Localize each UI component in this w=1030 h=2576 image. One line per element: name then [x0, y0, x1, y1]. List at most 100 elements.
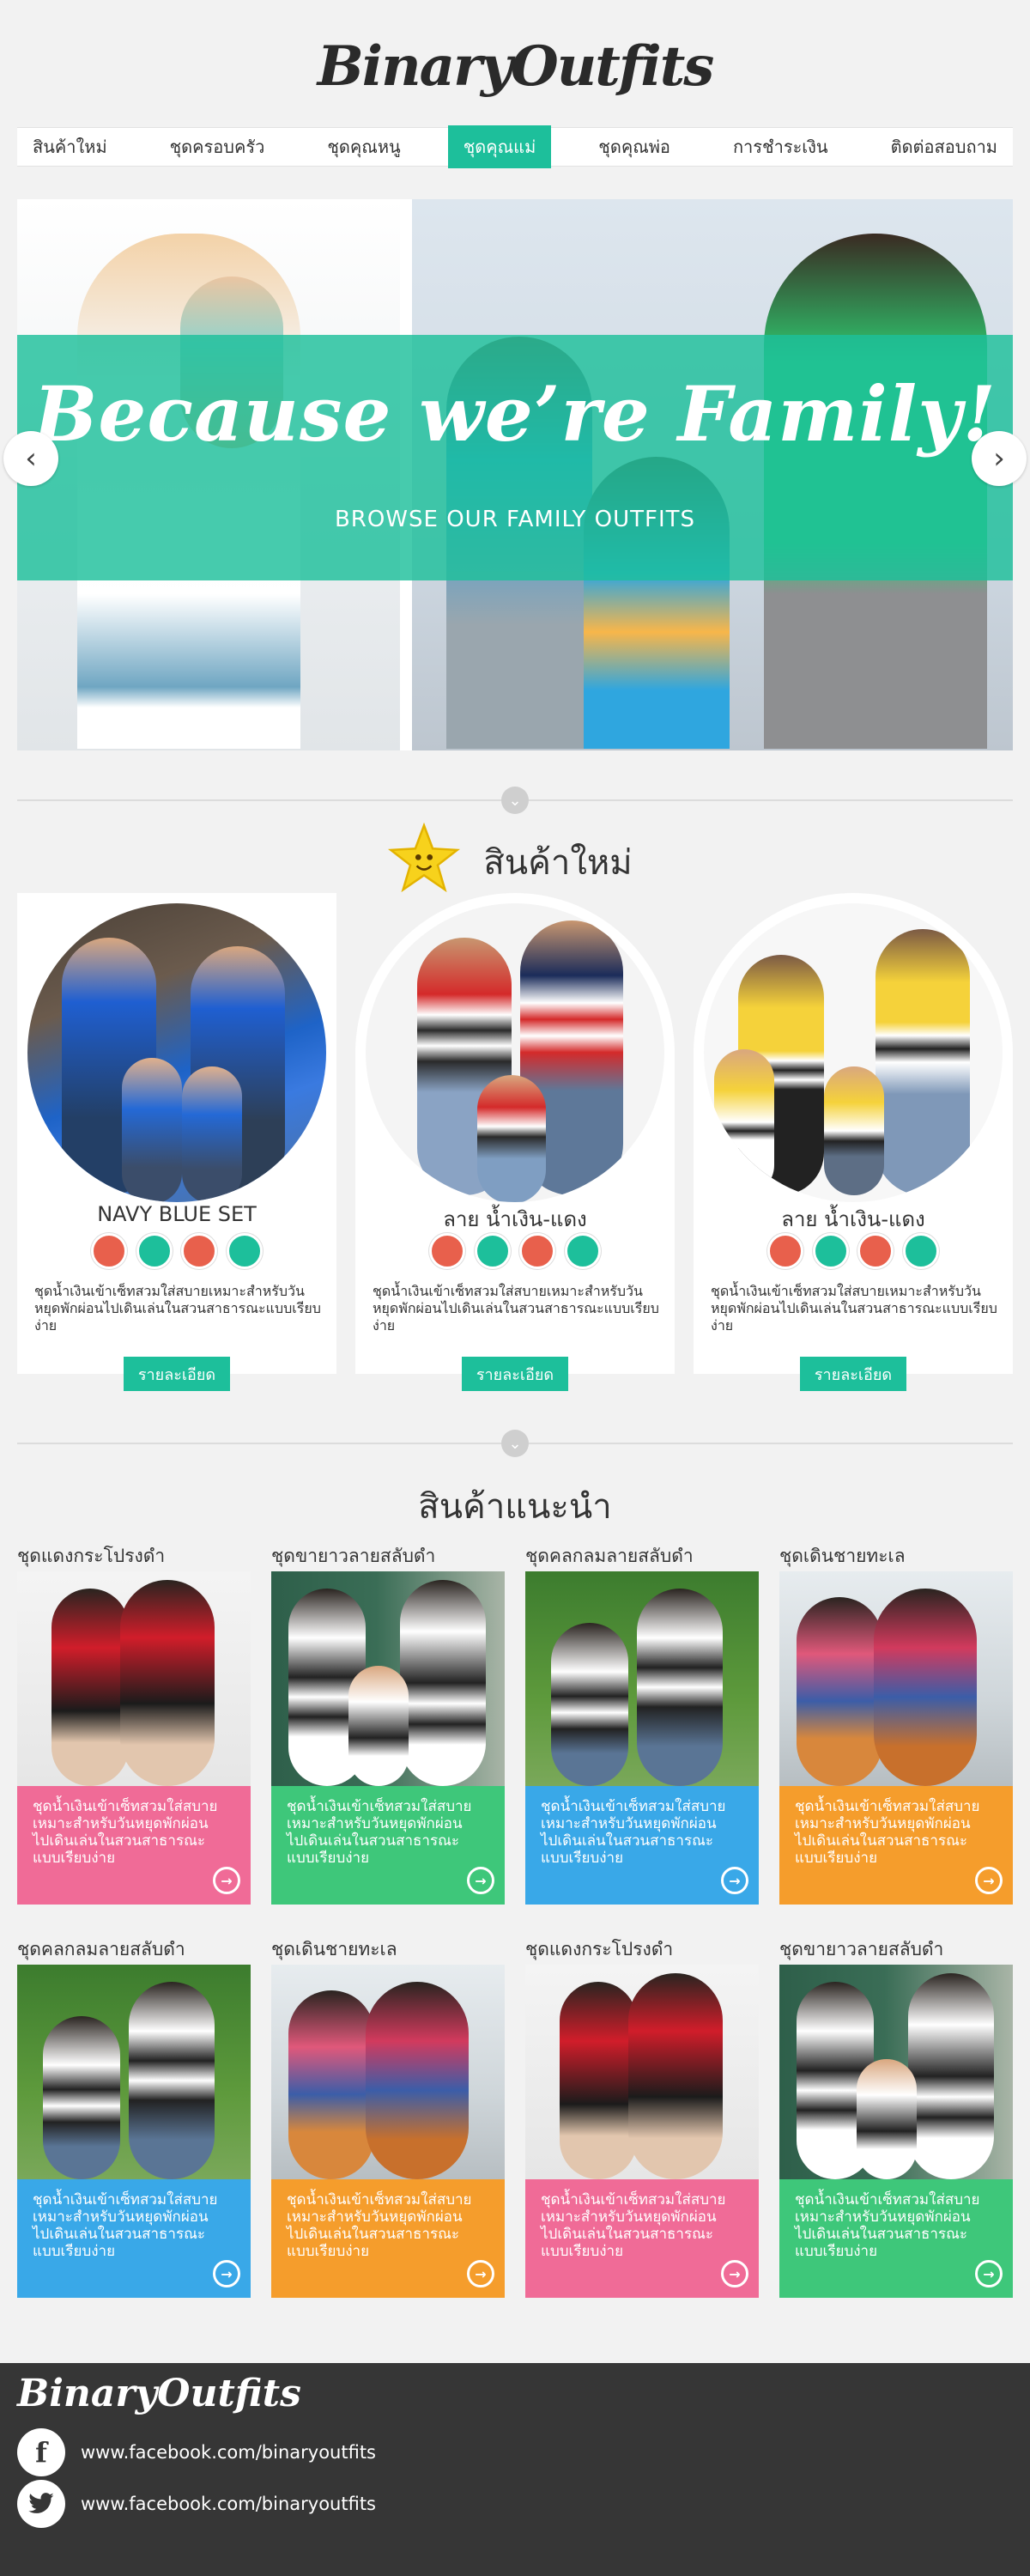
color-swatch[interactable]	[429, 1233, 465, 1269]
recommended-photo[interactable]	[779, 1965, 1013, 2179]
color-swatch[interactable]	[519, 1233, 556, 1269]
product-card: ลาย น้ำเงิน-แดง ชุดน้ำเงินเข้าเซ็ทสวมใส่…	[355, 893, 675, 1391]
facebook-icon[interactable]: f	[17, 2428, 65, 2476]
social-link-twitter[interactable]: www.facebook.com/binaryoutfits	[17, 2480, 376, 2528]
recommended-item-title[interactable]: ชุดเดินชายทะเล	[779, 1542, 1013, 1571]
details-button[interactable]: รายละเอียด	[124, 1357, 230, 1391]
recommended-item: ชุดเดินชายทะเล ชุดน้ำเงินเข้าเซ็ทสวมใส่ส…	[271, 1935, 505, 2313]
recommended-photo[interactable]	[17, 1571, 251, 1786]
color-swatch[interactable]	[812, 1233, 849, 1269]
nav-item-kids[interactable]: ชุดคุณหนู	[312, 125, 415, 168]
hero-slider: Because we’re Family! BROWSE OUR FAMILY …	[17, 199, 1013, 750]
recommended-item-title[interactable]: ชุดแดงกระโปรงดำ	[17, 1542, 251, 1571]
recommended-item-title[interactable]: ชุดคลกลมลายสลับดำ	[525, 1542, 759, 1571]
color-swatch[interactable]	[564, 1233, 601, 1269]
social-link-facebook[interactable]: f www.facebook.com/binaryoutfits	[17, 2428, 376, 2476]
product-photo[interactable]	[27, 903, 326, 1202]
product-description: ชุดน้ำเงินเข้าเซ็ทสวมใส่สบายเหมาะสำหรับว…	[711, 1283, 997, 1334]
recommended-caption[interactable]: ชุดน้ำเงินเข้าเซ็ทสวมใส่สบายเหมาะสำหรับว…	[17, 2179, 251, 2298]
product-photo[interactable]	[366, 903, 664, 1202]
recommended-caption-text: ชุดน้ำเงินเข้าเซ็ทสวมใส่สบายเหมาะสำหรับว…	[541, 1798, 726, 1867]
recommended-caption-text: ชุดน้ำเงินเข้าเซ็ทสวมใส่สบายเหมาะสำหรับว…	[287, 1798, 472, 1867]
product-description: ชุดน้ำเงินเข้าเซ็ทสวมใส่สบายเหมาะสำหรับว…	[34, 1283, 321, 1334]
hero-banner[interactable]: Because we’re Family! BROWSE OUR FAMILY …	[17, 335, 1013, 580]
nav-item-mom[interactable]: ชุดคุณแม่	[447, 125, 552, 168]
details-button[interactable]: รายละเอียด	[800, 1357, 906, 1391]
site-logo[interactable]: BinaryOutfits	[0, 34, 1030, 99]
recommended-title: สินค้าแนะนำ	[418, 1487, 612, 1527]
color-swatches	[767, 1233, 939, 1271]
recommended-item: ชุดแดงกระโปรงดำ ชุดน้ำเงินเข้าเซ็ทสวมใส่…	[17, 1542, 251, 1920]
product-description: ชุดน้ำเงินเข้าเซ็ทสวมใส่สบายเหมาะสำหรับว…	[373, 1283, 659, 1334]
recommended-caption[interactable]: ชุดน้ำเงินเข้าเซ็ทสวมใส่สบายเหมาะสำหรับว…	[271, 2179, 505, 2298]
recommended-caption[interactable]: ชุดน้ำเงินเข้าเซ็ทสวมใส่สบายเหมาะสำหรับว…	[271, 1786, 505, 1905]
recommended-item: ชุดคลกลมลายสลับดำ ชุดน้ำเงินเข้าเซ็ทสวมใ…	[525, 1542, 759, 1920]
recommended-caption[interactable]: ชุดน้ำเงินเข้าเซ็ทสวมใส่สบายเหมาะสำหรับว…	[779, 2179, 1013, 2298]
arrow-right-icon[interactable]: →	[721, 2260, 748, 2287]
twitter-link[interactable]: www.facebook.com/binaryoutfits	[81, 2494, 376, 2514]
recommended-caption[interactable]: ชุดน้ำเงินเข้าเซ็ทสวมใส่สบายเหมาะสำหรับว…	[779, 1786, 1013, 1905]
recommended-item: ชุดเดินชายทะเล ชุดน้ำเงินเข้าเซ็ทสวมใส่ส…	[779, 1542, 1013, 1920]
hero-prev-button[interactable]: ‹	[3, 431, 58, 486]
color-swatch[interactable]	[136, 1233, 173, 1269]
arrow-right-icon[interactable]: →	[213, 2260, 240, 2287]
details-button[interactable]: รายละเอียด	[462, 1357, 568, 1391]
recommended-item: ชุดขายาวลายสลับดำ ชุดน้ำเงินเข้าเซ็ทสวมใ…	[271, 1542, 505, 1920]
color-swatch[interactable]	[181, 1233, 218, 1269]
recommended-photo[interactable]	[271, 1965, 505, 2179]
recommended-item-title[interactable]: ชุดแดงกระโปรงดำ	[525, 1935, 759, 1964]
nav-item-new[interactable]: สินค้าใหม่	[17, 125, 123, 168]
arrow-right-icon[interactable]: →	[975, 1867, 1003, 1894]
nav-item-dad[interactable]: ชุดคุณพ่อ	[583, 125, 686, 168]
nav-item-payment[interactable]: การชำระเงิน	[718, 125, 844, 168]
recommended-item-title[interactable]: ชุดขายาวลายสลับดำ	[271, 1542, 505, 1571]
recommended-caption-text: ชุดน้ำเงินเข้าเซ็ทสวมใส่สบายเหมาะสำหรับว…	[33, 2191, 218, 2260]
color-swatch[interactable]	[474, 1233, 511, 1269]
chevron-down-icon: ⌄	[501, 1430, 529, 1457]
recommended-photo[interactable]	[17, 1965, 251, 2179]
recommended-item-title[interactable]: ชุดขายาวลายสลับดำ	[779, 1935, 1013, 1964]
recommended-item-title[interactable]: ชุดเดินชายทะเล	[271, 1935, 505, 1964]
color-swatch[interactable]	[91, 1233, 127, 1269]
product-card: ลาย น้ำเงิน-แดง ชุดน้ำเงินเข้าเซ็ทสวมใส่…	[694, 893, 1013, 1391]
recommended-photo[interactable]	[525, 1571, 759, 1786]
hero-subtitle[interactable]: BROWSE OUR FAMILY OUTFITS	[17, 507, 1013, 532]
new-products-title: สินค้าใหม่	[483, 843, 633, 883]
arrow-right-icon[interactable]: →	[213, 1867, 240, 1894]
chevron-left-icon: ‹	[25, 441, 37, 476]
chevron-down-icon: ⌄	[501, 787, 529, 814]
color-swatch[interactable]	[767, 1233, 803, 1269]
recommended-item: ชุดแดงกระโปรงดำ ชุดน้ำเงินเข้าเซ็ทสวมใส่…	[525, 1935, 759, 2313]
color-swatch[interactable]	[902, 1233, 939, 1269]
arrow-right-icon[interactable]: →	[975, 2260, 1003, 2287]
recommended-caption-text: ชุดน้ำเงินเข้าเซ็ทสวมใส่สบายเหมาะสำหรับว…	[287, 2191, 472, 2260]
product-card: NAVY BLUE SET ชุดน้ำเงินเข้าเซ็ทสวมใส่สบ…	[17, 893, 336, 1391]
nav-item-family[interactable]: ชุดครอบครัว	[154, 125, 281, 168]
recommended-item: ชุดขายาวลายสลับดำ ชุดน้ำเงินเข้าเซ็ทสวมใ…	[779, 1935, 1013, 2313]
recommended-item-title[interactable]: ชุดคลกลมลายสลับดำ	[17, 1935, 251, 1964]
recommended-photo[interactable]	[779, 1571, 1013, 1786]
color-swatch[interactable]	[226, 1233, 263, 1269]
product-photo[interactable]	[704, 903, 1003, 1202]
arrow-right-icon[interactable]: →	[467, 2260, 494, 2287]
chevron-right-icon: ›	[993, 441, 1005, 476]
arrow-right-icon[interactable]: →	[721, 1867, 748, 1894]
recommended-caption-text: ชุดน้ำเงินเข้าเซ็ทสวมใส่สบายเหมาะสำหรับว…	[541, 2191, 726, 2260]
recommended-caption[interactable]: ชุดน้ำเงินเข้าเซ็ทสวมใส่สบายเหมาะสำหรับว…	[17, 1786, 251, 1905]
nav-item-contact[interactable]: ติดต่อสอบถาม	[876, 125, 1013, 168]
arrow-right-icon[interactable]: →	[467, 1867, 494, 1894]
recommended-photo[interactable]	[271, 1571, 505, 1786]
footer-logo[interactable]: BinaryOutfits	[17, 2372, 301, 2415]
recommended-caption-text: ชุดน้ำเงินเข้าเซ็ทสวมใส่สบายเหมาะสำหรับว…	[795, 1798, 980, 1867]
product-name: ลาย น้ำเงิน-แดง	[443, 1207, 587, 1231]
recommended-caption[interactable]: ชุดน้ำเงินเข้าเซ็ทสวมใส่สบายเหมาะสำหรับว…	[525, 2179, 759, 2298]
color-swatch[interactable]	[857, 1233, 894, 1269]
hero-title: Because we’re Family!	[33, 369, 997, 459]
recommended-caption[interactable]: ชุดน้ำเงินเข้าเซ็ทสวมใส่สบายเหมาะสำหรับว…	[525, 1786, 759, 1905]
color-swatches	[429, 1233, 601, 1271]
hero-next-button[interactable]: ›	[972, 431, 1027, 486]
main-nav: สินค้าใหม่ ชุดครอบครัว ชุดคุณหนู ชุดคุณแ…	[17, 125, 1013, 168]
facebook-link[interactable]: www.facebook.com/binaryoutfits	[81, 2442, 376, 2463]
recommended-photo[interactable]	[525, 1965, 759, 2179]
twitter-icon[interactable]	[17, 2480, 65, 2528]
